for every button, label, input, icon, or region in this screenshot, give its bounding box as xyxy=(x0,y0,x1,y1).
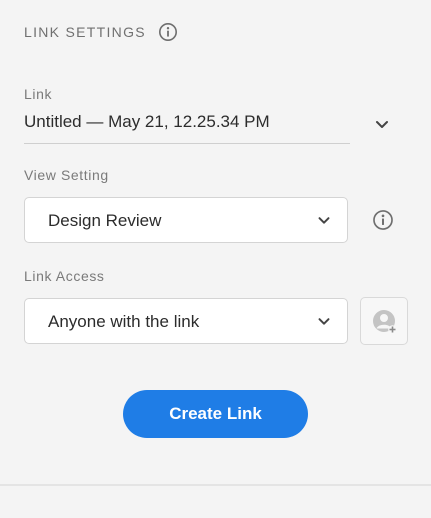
info-icon[interactable] xyxy=(158,22,178,42)
link-underline xyxy=(24,143,350,144)
add-person-button[interactable] xyxy=(360,297,408,345)
link-label: Link xyxy=(24,86,53,102)
link-access-value: Anyone with the link xyxy=(48,312,200,331)
link-access-label: Link Access xyxy=(24,268,105,284)
view-setting-info-icon[interactable] xyxy=(372,209,394,231)
chevron-down-icon xyxy=(315,211,333,229)
panel-title: LINK SETTINGS xyxy=(24,24,146,40)
chevron-down-icon[interactable] xyxy=(372,114,392,134)
link-settings-panel: LINK SETTINGS Link Untitled — May 21, 12… xyxy=(0,0,431,486)
view-setting-label: View Setting xyxy=(24,167,109,183)
panel-header: LINK SETTINGS xyxy=(24,22,178,42)
create-link-button[interactable]: Create Link xyxy=(123,390,308,438)
chevron-down-icon xyxy=(315,312,333,330)
link-access-select[interactable]: Anyone with the link xyxy=(24,298,348,344)
link-selector[interactable]: Untitled — May 21, 12.25.34 PM xyxy=(24,106,396,144)
view-setting-select[interactable]: Design Review xyxy=(24,197,348,243)
add-person-icon xyxy=(373,310,397,334)
view-setting-value: Design Review xyxy=(48,211,162,230)
link-value: Untitled — May 21, 12.25.34 PM xyxy=(24,112,270,131)
